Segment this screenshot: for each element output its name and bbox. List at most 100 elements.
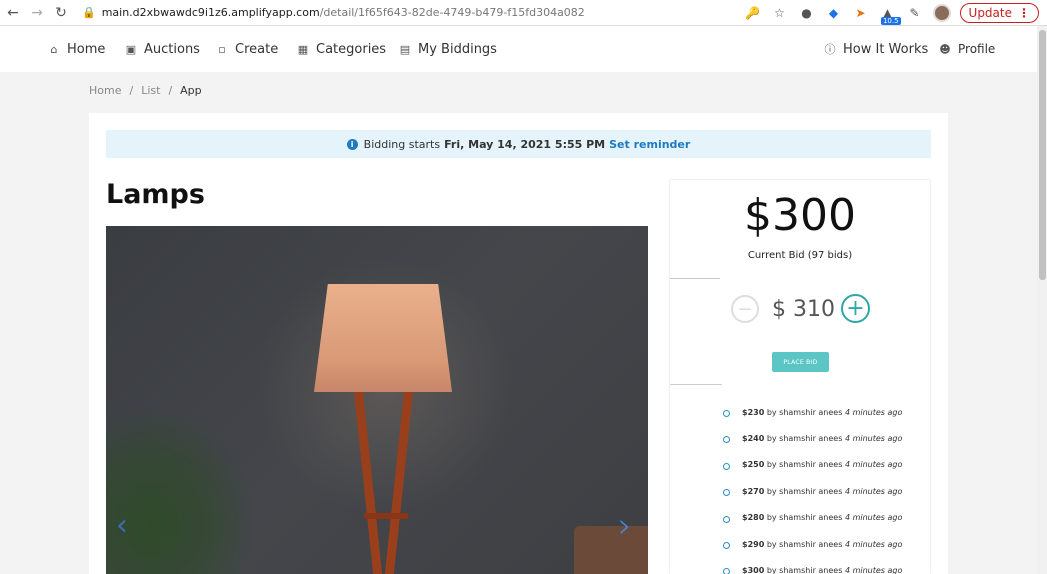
forward-icon[interactable]: → (26, 2, 48, 24)
current-bid-label: Current Bid (97 bids) (747, 250, 853, 261)
reload-icon[interactable]: ↻ (50, 2, 72, 24)
bid-history-text: $280 by shamshir anees 4 minutes ago (742, 513, 902, 522)
notice-date: Fri, May 14, 2021 5:55 PM (444, 137, 606, 151)
bid-history-user: by shamshir anees (766, 486, 843, 496)
update-label: Update (968, 6, 1012, 20)
breadcrumb-current: App (180, 84, 202, 97)
nav-profile-label: Profile (958, 42, 996, 56)
extension-badge: 10.5 (880, 17, 901, 25)
bid-history-row: $250 by shamshir anees 4 minutes ago (722, 457, 930, 483)
lock-icon: 🔒 (82, 6, 96, 19)
nav-home-label: Home (67, 41, 106, 57)
bid-history-text: $250 by shamshir anees 4 minutes ago (742, 460, 902, 469)
nav-categories-label: Categories (316, 41, 387, 57)
timeline-dot-icon (723, 568, 730, 574)
grid-icon: ▦ (297, 42, 309, 56)
extension-icon-1[interactable]: ● (798, 4, 816, 22)
bid-history-amount: $250 (742, 460, 765, 470)
menu-dots-icon: ⋮ (1018, 6, 1030, 20)
breadcrumb-home[interactable]: Home (89, 84, 121, 97)
swift-icon[interactable]: ➤ (852, 4, 870, 22)
lamp-shelf (364, 513, 408, 519)
timeline-dot-icon (723, 515, 730, 523)
browser-actions: 🔑 ☆ ● ◆ ➤ ▲ 10.5 ✎ Update ⋮ (744, 2, 1039, 25)
current-price: $300 (744, 190, 856, 241)
carousel-prev-icon[interactable]: ‹ (116, 508, 128, 543)
bid-history-amount: $270 (742, 486, 765, 496)
update-button[interactable]: Update ⋮ (959, 3, 1039, 23)
bid-history-user: by shamshir anees (766, 566, 843, 574)
carousel-next-icon[interactable]: › (618, 506, 632, 546)
basket-shape (574, 526, 648, 574)
bid-history-time: 4 minutes ago (844, 539, 903, 549)
bid-history: $230 by shamshir anees 4 minutes ago $240… (722, 404, 930, 574)
set-reminder-link[interactable]: Set reminder (609, 138, 690, 151)
puzzle-icon[interactable]: ✎ (906, 4, 924, 22)
main-navigation: ⌂ Home ▣ Auctions ▫ Create ▦ Categories … (0, 26, 1037, 72)
bid-history-time: 4 minutes ago (844, 460, 903, 470)
divider (670, 278, 720, 279)
bid-history-time: 4 minutes ago (844, 434, 903, 444)
bid-history-time: 4 minutes ago (844, 513, 903, 523)
nav-home[interactable]: ⌂ Home (48, 41, 106, 57)
nav-how-it-works-label: How It Works (843, 41, 929, 57)
divider (670, 384, 722, 385)
bid-history-user: by shamshir anees (766, 407, 843, 417)
nav-my-biddings-label: My Biddings (418, 41, 497, 57)
help-circle-icon: ⓘ (824, 43, 836, 56)
star-icon[interactable]: ☆ (771, 4, 789, 22)
decrease-bid-button[interactable]: − (731, 295, 759, 323)
plant-shape (106, 406, 256, 574)
bidding-notice: i Bidding starts Fri, May 14, 2021 5:55 … (106, 130, 931, 158)
nav-create-label: Create (235, 41, 279, 57)
scrollbar-thumb[interactable] (1039, 30, 1046, 280)
bid-history-row: $300 by shamshir anees 4 minutes ago (722, 562, 930, 574)
bid-history-row: $280 by shamshir anees 4 minutes ago (722, 510, 930, 536)
place-bid-button[interactable]: PLACE BID (772, 352, 829, 372)
timeline-dot-icon (723, 541, 730, 549)
calendar-icon: ▣ (125, 42, 137, 56)
folder-icon: ▫ (218, 42, 226, 56)
bid-history-row: $290 by shamshir anees 4 minutes ago (722, 536, 930, 562)
nav-categories[interactable]: ▦ Categories (297, 42, 386, 57)
back-icon[interactable]: ← (2, 2, 24, 24)
bid-history-user: by shamshir anees (766, 434, 843, 444)
bid-history-user: by shamshir anees (766, 539, 843, 549)
key-icon[interactable]: 🔑 (744, 4, 762, 22)
extension-icon-2[interactable]: ◆ (825, 4, 843, 22)
lamp-shade (314, 284, 452, 392)
url-path: /detail/1f65f643-82de-4749-b479-f15fd304… (319, 6, 585, 19)
nav-create[interactable]: ▫ Create (216, 42, 278, 57)
bid-history-amount: $280 (742, 513, 765, 523)
bid-history-time: 4 minutes ago (844, 407, 903, 417)
timeline-dot-icon (723, 436, 730, 444)
increase-bid-button[interactable]: + (841, 294, 870, 323)
bid-history-amount: $230 (742, 407, 765, 417)
nav-profile[interactable]: ☻ Profile (939, 42, 995, 56)
nav-my-biddings[interactable]: ▤ My Biddings (399, 42, 497, 57)
bid-history-time: 4 minutes ago (844, 486, 903, 496)
home-icon: ⌂ (50, 42, 58, 56)
bid-history-amount: $240 (742, 434, 765, 444)
nav-how-it-works[interactable]: ⓘ How It Works (824, 41, 929, 57)
notice-prefix: Bidding starts (363, 137, 441, 151)
info-icon: i (346, 138, 358, 150)
bid-history-text: $270 by shamshir anees 4 minutes ago (742, 487, 902, 496)
breadcrumb-list[interactable]: List (141, 84, 160, 97)
bid-history-text: $230 by shamshir anees 4 minutes ago (742, 408, 902, 417)
list-icon: ▤ (399, 42, 411, 56)
timeline-dot-icon (723, 489, 730, 497)
address-bar[interactable]: main.d2xbwawdc9i1z6.amplifyapp.com/detai… (102, 6, 585, 19)
user-icon: ☻ (939, 42, 951, 56)
bid-history-row: $230 by shamshir anees 4 minutes ago (722, 404, 930, 430)
nav-auctions[interactable]: ▣ Auctions (125, 42, 200, 57)
breadcrumb: Home / List / App (89, 84, 202, 97)
bid-history-amount: $300 (742, 566, 765, 574)
nav-auctions-label: Auctions (144, 41, 200, 57)
profile-avatar[interactable] (932, 4, 951, 22)
item-image-carousel[interactable]: ‹ › (106, 226, 648, 574)
bid-history-user: by shamshir anees (766, 460, 843, 470)
bid-history-amount: $290 (742, 539, 765, 549)
breadcrumb-separator: / (129, 84, 134, 97)
extension-badge-icon[interactable]: ▲ 10.5 (879, 4, 901, 25)
